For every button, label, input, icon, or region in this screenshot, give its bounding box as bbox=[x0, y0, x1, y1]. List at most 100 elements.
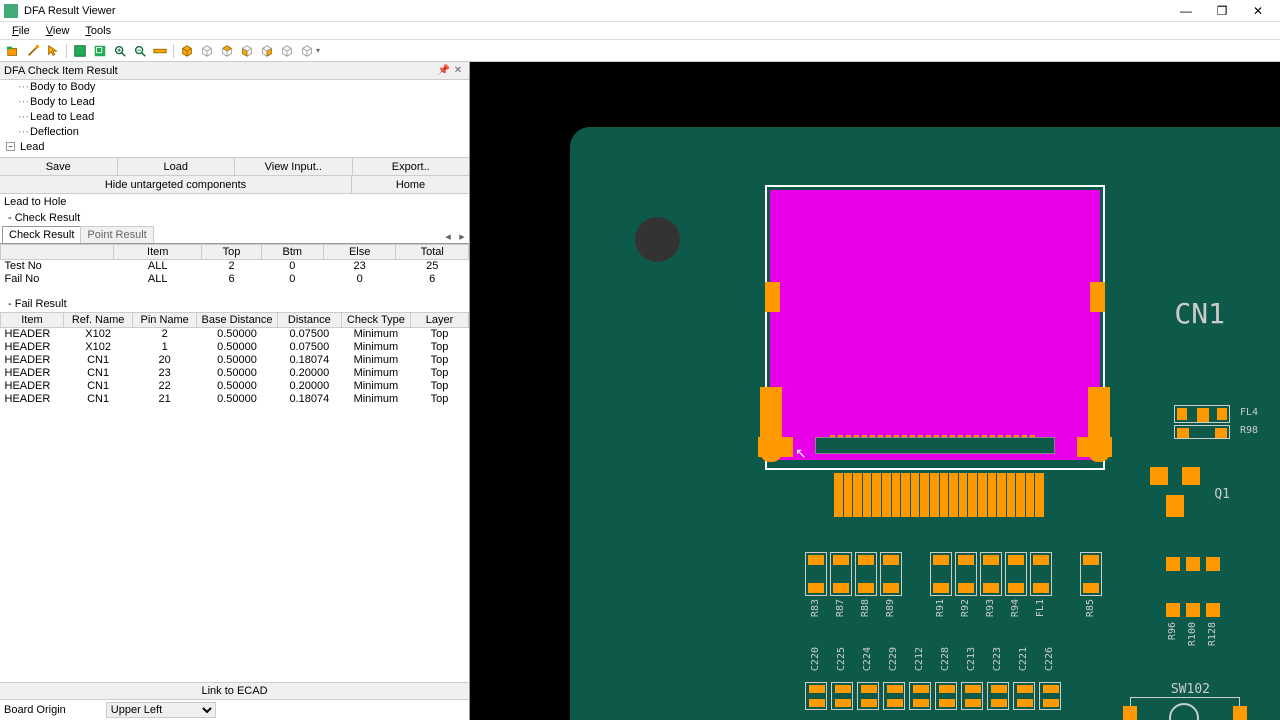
r128 bbox=[1206, 557, 1220, 617]
main-split: DFA Check Item Result 📌 ✕ ⋯Body to Body … bbox=[0, 62, 1280, 720]
col-item[interactable]: Item bbox=[113, 245, 202, 260]
table-row[interactable]: HEADERX10210.500000.07500MinimumTop bbox=[1, 341, 469, 354]
view-input-button[interactable]: View Input.. bbox=[235, 158, 353, 175]
fl4-outline bbox=[1174, 405, 1230, 423]
tree-item-lead-to-hole[interactable]: ⋯Lead to Hole bbox=[0, 155, 469, 158]
ref-c225: C225 bbox=[836, 647, 847, 671]
cn1-pad bbox=[1090, 282, 1105, 312]
col-type[interactable]: Check Type bbox=[341, 313, 410, 328]
tree-item[interactable]: ⋯Body to Body bbox=[0, 80, 469, 95]
cn1-mount bbox=[758, 437, 793, 457]
panel-close-icon[interactable]: ✕ bbox=[451, 64, 465, 78]
ref-r94: R94 bbox=[1010, 599, 1021, 617]
ref-r128: R128 bbox=[1207, 622, 1218, 646]
tab-point-result[interactable]: Point Result bbox=[80, 226, 153, 243]
app-icon bbox=[4, 4, 18, 18]
toolbar-3d-top-icon[interactable] bbox=[218, 42, 236, 60]
toolbar-measure-icon[interactable] bbox=[151, 42, 169, 60]
menu-tools[interactable]: Tools bbox=[77, 25, 119, 37]
tree-item[interactable]: ⋯Deflection bbox=[0, 125, 469, 140]
ref-fl1: FL1 bbox=[1035, 599, 1046, 617]
table-row[interactable]: Test NoALL202325 bbox=[1, 260, 469, 274]
r100 bbox=[1186, 557, 1200, 617]
export-button[interactable]: Export.. bbox=[353, 158, 470, 175]
window-title: DFA Result Viewer bbox=[24, 5, 1168, 17]
toolbar-zoom-out-icon[interactable] bbox=[131, 42, 149, 60]
col-layer[interactable]: Layer bbox=[411, 313, 469, 328]
toolbar-3d-wire-icon[interactable] bbox=[198, 42, 216, 60]
toolbar-wand-icon[interactable] bbox=[24, 42, 42, 60]
check-tree[interactable]: ⋯Body to Body ⋯Body to Lead ⋯Lead to Lea… bbox=[0, 80, 469, 158]
tree-group-lead[interactable]: −Lead bbox=[0, 140, 469, 155]
home-button[interactable]: Home bbox=[352, 176, 469, 193]
board-origin-row: Board Origin Upper Left bbox=[0, 700, 469, 720]
col-total[interactable]: Total bbox=[396, 245, 469, 260]
toolbar-3d-side-icon[interactable] bbox=[258, 42, 276, 60]
pcb-viewport[interactable]: CN1 ↖ FL4 R98 Q1 R83R87R88R89R91R92R93R9… bbox=[470, 62, 1280, 720]
maximize-button[interactable]: ❐ bbox=[1204, 1, 1240, 21]
hide-untargeted-button[interactable]: Hide untargeted components bbox=[0, 176, 352, 193]
table-row[interactable]: HEADERCN1220.500000.20000MinimumTop bbox=[1, 380, 469, 393]
save-button[interactable]: Save bbox=[0, 158, 118, 175]
toolbar-zoom-window-icon[interactable] bbox=[91, 42, 109, 60]
cn1-slot bbox=[816, 438, 1054, 453]
col-pin[interactable]: Pin Name bbox=[133, 313, 197, 328]
toolbar-3d-iso-icon[interactable] bbox=[278, 42, 296, 60]
cn1-label: CN1 bbox=[1174, 297, 1225, 330]
tab-next-icon[interactable]: ▸ bbox=[455, 230, 469, 243]
table-row[interactable]: HEADERCN1200.500000.18074MinimumTop bbox=[1, 354, 469, 367]
ref-c228: C228 bbox=[940, 647, 951, 671]
col-else[interactable]: Else bbox=[323, 245, 396, 260]
menu-file[interactable]: File bbox=[4, 25, 38, 37]
load-button[interactable]: Load bbox=[118, 158, 236, 175]
ref-r92: R92 bbox=[960, 599, 971, 617]
section-label-fail-result: - Fail Result bbox=[0, 296, 469, 312]
toolbar-3d-views-icon[interactable] bbox=[298, 42, 316, 60]
sw102 bbox=[1130, 697, 1240, 720]
toolbar-3d-box-icon[interactable] bbox=[178, 42, 196, 60]
toolbar-dropdown-icon[interactable]: ▾ bbox=[316, 46, 320, 55]
board-origin-select[interactable]: Upper Left bbox=[106, 702, 216, 718]
toolbar-open-icon[interactable] bbox=[4, 42, 22, 60]
ref-r87: R87 bbox=[835, 599, 846, 617]
cn1-leads bbox=[834, 473, 1044, 517]
toolbar: ▾ bbox=[0, 40, 1280, 62]
section-label-lead-to-hole: Lead to Hole bbox=[0, 194, 469, 210]
col-btm[interactable]: Btm bbox=[261, 245, 323, 260]
toolbar-pointer-icon[interactable] bbox=[44, 42, 62, 60]
tab-check-result[interactable]: Check Result bbox=[2, 226, 81, 243]
col-top[interactable]: Top bbox=[202, 245, 261, 260]
table-row[interactable]: HEADERCN1210.500000.18074MinimumTop bbox=[1, 393, 469, 406]
minimize-button[interactable]: — bbox=[1168, 1, 1204, 21]
table-row[interactable]: Fail NoALL6006 bbox=[1, 273, 469, 286]
table-row[interactable]: HEADERCN1230.500000.20000MinimumTop bbox=[1, 367, 469, 380]
ref-c220: C220 bbox=[810, 647, 821, 671]
ref-r89: R89 bbox=[885, 599, 896, 617]
col-base[interactable]: Base Distance bbox=[196, 313, 277, 328]
q1 bbox=[1150, 467, 1200, 517]
panel-pin-icon[interactable]: 📌 bbox=[437, 64, 451, 78]
title-bar: DFA Result Viewer — ❐ ✕ bbox=[0, 0, 1280, 22]
tree-item[interactable]: ⋯Lead to Lead bbox=[0, 110, 469, 125]
tab-prev-icon[interactable]: ◂ bbox=[441, 230, 455, 243]
col-item[interactable]: Item bbox=[1, 313, 64, 328]
toolbar-zoom-fit-icon[interactable] bbox=[71, 42, 89, 60]
col-ref[interactable]: Ref. Name bbox=[63, 313, 132, 328]
tree-item[interactable]: ⋯Body to Lead bbox=[0, 95, 469, 110]
ref-r83: R83 bbox=[810, 599, 821, 617]
ref-r96: R96 bbox=[1167, 622, 1178, 640]
close-button[interactable]: ✕ bbox=[1240, 1, 1276, 21]
toolbar-zoom-in-icon[interactable] bbox=[111, 42, 129, 60]
col-dist[interactable]: Distance bbox=[278, 313, 342, 328]
cn1-mount bbox=[1077, 437, 1112, 457]
r98-outline bbox=[1174, 425, 1230, 439]
toolbar-separator bbox=[173, 44, 174, 58]
check-result-table: Item Top Btm Else Total Test NoALL202325… bbox=[0, 244, 469, 286]
link-to-ecad-button[interactable]: Link to ECAD bbox=[0, 682, 469, 700]
toolbar-separator bbox=[66, 44, 67, 58]
table-row[interactable]: HEADERX10220.500000.07500MinimumTop bbox=[1, 328, 469, 342]
menu-view[interactable]: View bbox=[38, 25, 78, 37]
cn1-pad bbox=[765, 282, 780, 312]
toolbar-3d-front-icon[interactable] bbox=[238, 42, 256, 60]
button-row-1: Save Load View Input.. Export.. bbox=[0, 158, 469, 176]
